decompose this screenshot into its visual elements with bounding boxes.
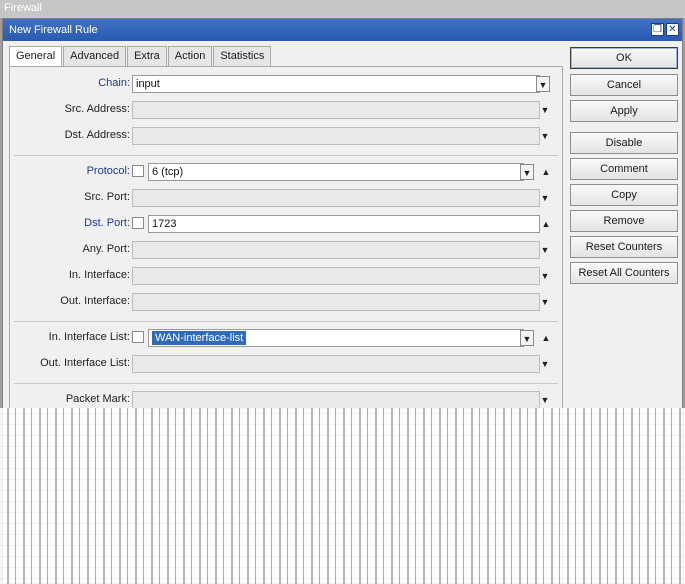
out-interface-list-row: Out. Interface List: ▼ — [10, 354, 562, 374]
in-interface-list-collapse-icon[interactable]: ▲ — [540, 330, 552, 346]
dst-address-row: Dst. Address: ▼ — [10, 126, 562, 146]
in-interface-list-negate-checkbox[interactable] — [132, 331, 144, 343]
separator — [14, 383, 558, 384]
protocol-label: Protocol: — [86, 165, 130, 177]
any-port-label: Any. Port: — [82, 243, 130, 255]
chain-label: Chain: — [98, 77, 130, 89]
out-interface-list-label: Out. Interface List: — [40, 357, 130, 369]
remove-button[interactable]: Remove — [570, 210, 678, 232]
dialog-title-bar[interactable]: New Firewall Rule ❐ ✕ — [3, 19, 682, 41]
protocol-row: Protocol: 6 (tcp) ▼ ▲ — [10, 162, 562, 182]
src-port-expand-icon[interactable]: ▼ — [538, 190, 552, 206]
src-address-row: Src. Address: ▼ — [10, 100, 562, 120]
src-address-expand-icon[interactable]: ▼ — [538, 102, 552, 118]
tab-action[interactable]: Action — [167, 46, 213, 66]
protocol-dropdown-icon[interactable]: ▼ — [520, 164, 534, 180]
tab-extra[interactable]: Extra — [127, 46, 167, 66]
tab-statistics[interactable]: Statistics — [213, 46, 272, 66]
cancel-button[interactable]: Cancel — [570, 74, 678, 96]
dst-port-field[interactable]: 1723 — [148, 215, 540, 233]
dst-address-field[interactable] — [132, 127, 540, 145]
tab-bar: General Advanced Extra Action Statistics — [9, 46, 272, 67]
dst-port-label: Dst. Port: — [84, 217, 130, 229]
in-interface-list-dropdown-icon[interactable]: ▼ — [520, 330, 534, 346]
reset-all-counters-button[interactable]: Reset All Counters — [570, 262, 678, 284]
restore-icon[interactable]: ❐ — [651, 23, 664, 36]
reset-counters-button[interactable]: Reset Counters — [570, 236, 678, 258]
src-address-label: Src. Address: — [64, 103, 130, 115]
separator — [14, 321, 558, 322]
out-interface-expand-icon[interactable]: ▼ — [538, 294, 552, 310]
copy-button[interactable]: Copy — [570, 184, 678, 206]
separator — [14, 155, 558, 156]
out-interface-row: Out. Interface: ▼ — [10, 292, 562, 312]
ok-button[interactable]: OK — [570, 47, 678, 69]
out-interface-list-expand-icon[interactable]: ▼ — [538, 356, 552, 372]
dst-address-label: Dst. Address: — [64, 129, 130, 141]
in-interface-list-value: WAN-interface-list — [152, 331, 247, 345]
any-port-row: Any. Port: ▼ — [10, 240, 562, 260]
window-title: Firewall — [4, 2, 42, 14]
dst-address-expand-icon[interactable]: ▼ — [538, 128, 552, 144]
packet-mark-field[interactable] — [132, 391, 540, 409]
src-address-field[interactable] — [132, 101, 540, 119]
in-interface-list-select[interactable]: WAN-interface-list — [148, 329, 524, 347]
chain-dropdown-icon[interactable]: ▼ — [536, 76, 550, 92]
packet-mark-expand-icon[interactable]: ▼ — [538, 392, 552, 408]
out-interface-field[interactable] — [132, 293, 540, 311]
dialog-title: New Firewall Rule — [9, 24, 98, 36]
src-port-row: Src. Port: ▼ — [10, 188, 562, 208]
chain-row: Chain: input ▼ — [10, 74, 562, 94]
tab-general[interactable]: General — [9, 46, 63, 67]
protocol-select[interactable]: 6 (tcp) — [148, 163, 524, 181]
packet-mark-row: Packet Mark: ▼ — [10, 390, 562, 410]
any-port-expand-icon[interactable]: ▼ — [538, 242, 552, 258]
src-port-field[interactable] — [132, 189, 540, 207]
out-interface-list-field[interactable] — [132, 355, 540, 373]
out-interface-label: Out. Interface: — [60, 295, 130, 307]
chain-select[interactable]: input — [132, 75, 540, 93]
in-interface-row: In. Interface: ▼ — [10, 266, 562, 286]
any-port-field[interactable] — [132, 241, 540, 259]
close-icon[interactable]: ✕ — [666, 23, 679, 36]
comment-button[interactable]: Comment — [570, 158, 678, 180]
window-title-bar: Firewall — [0, 0, 685, 18]
in-interface-field[interactable] — [132, 267, 540, 285]
in-interface-list-label: In. Interface List: — [48, 331, 130, 343]
image-artifact-overlay — [0, 408, 685, 584]
apply-button[interactable]: Apply — [570, 100, 678, 122]
dst-port-collapse-icon[interactable]: ▲ — [540, 216, 552, 232]
in-interface-list-row: In. Interface List: WAN-interface-list ▼… — [10, 328, 562, 348]
protocol-negate-checkbox[interactable] — [132, 165, 144, 177]
in-interface-label: In. Interface: — [68, 269, 130, 281]
in-interface-expand-icon[interactable]: ▼ — [538, 268, 552, 284]
packet-mark-label: Packet Mark: — [65, 393, 130, 405]
tab-advanced[interactable]: Advanced — [63, 46, 127, 66]
dst-port-negate-checkbox[interactable] — [132, 217, 144, 229]
disable-button[interactable]: Disable — [570, 132, 678, 154]
protocol-collapse-icon[interactable]: ▲ — [540, 164, 552, 180]
src-port-label: Src. Port: — [84, 191, 130, 203]
dst-port-row: Dst. Port: 1723 ▲ — [10, 214, 562, 234]
